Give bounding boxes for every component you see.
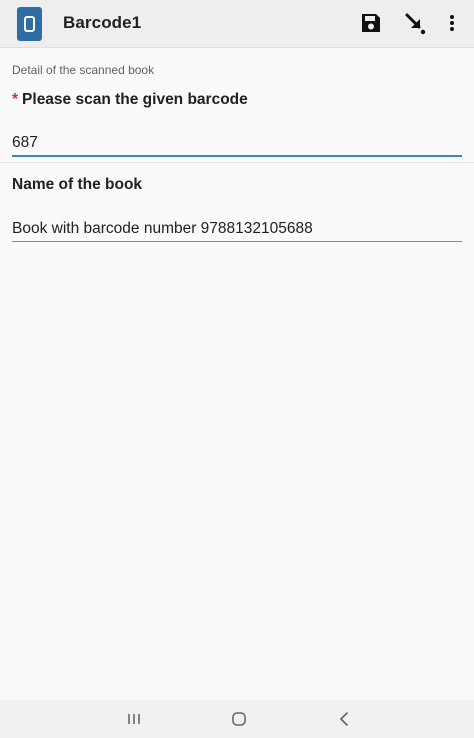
recents-icon bbox=[128, 714, 140, 724]
more-options-button[interactable] bbox=[440, 11, 464, 35]
save-button[interactable] bbox=[359, 11, 383, 35]
download-button[interactable] bbox=[403, 11, 427, 35]
book-name-input[interactable] bbox=[12, 216, 462, 242]
app-bar: Barcode1 bbox=[0, 0, 474, 48]
back-button[interactable] bbox=[333, 708, 355, 730]
back-icon bbox=[340, 712, 348, 726]
home-icon bbox=[232, 712, 246, 726]
recents-button[interactable] bbox=[123, 708, 145, 730]
barcode-input[interactable] bbox=[12, 131, 462, 157]
save-icon bbox=[362, 14, 380, 32]
home-button[interactable] bbox=[228, 708, 250, 730]
question-label-barcode: * Please scan the given barcode bbox=[12, 91, 248, 109]
question-label-text: Please scan the given barcode bbox=[22, 91, 248, 108]
required-marker: * bbox=[12, 91, 19, 108]
navigation-bar bbox=[0, 700, 474, 738]
group-label: Detail of the scanned book bbox=[12, 63, 155, 77]
question-label-book-name: Name of the book bbox=[12, 176, 143, 193]
screen: Barcode1 Detail of the scanned book * Pl… bbox=[0, 0, 474, 738]
more-vert-icon bbox=[450, 15, 454, 31]
app-title: Barcode1 bbox=[63, 13, 142, 32]
app-logo-icon bbox=[17, 7, 42, 41]
divider bbox=[0, 162, 474, 163]
arrow-down-right-icon bbox=[405, 13, 426, 35]
